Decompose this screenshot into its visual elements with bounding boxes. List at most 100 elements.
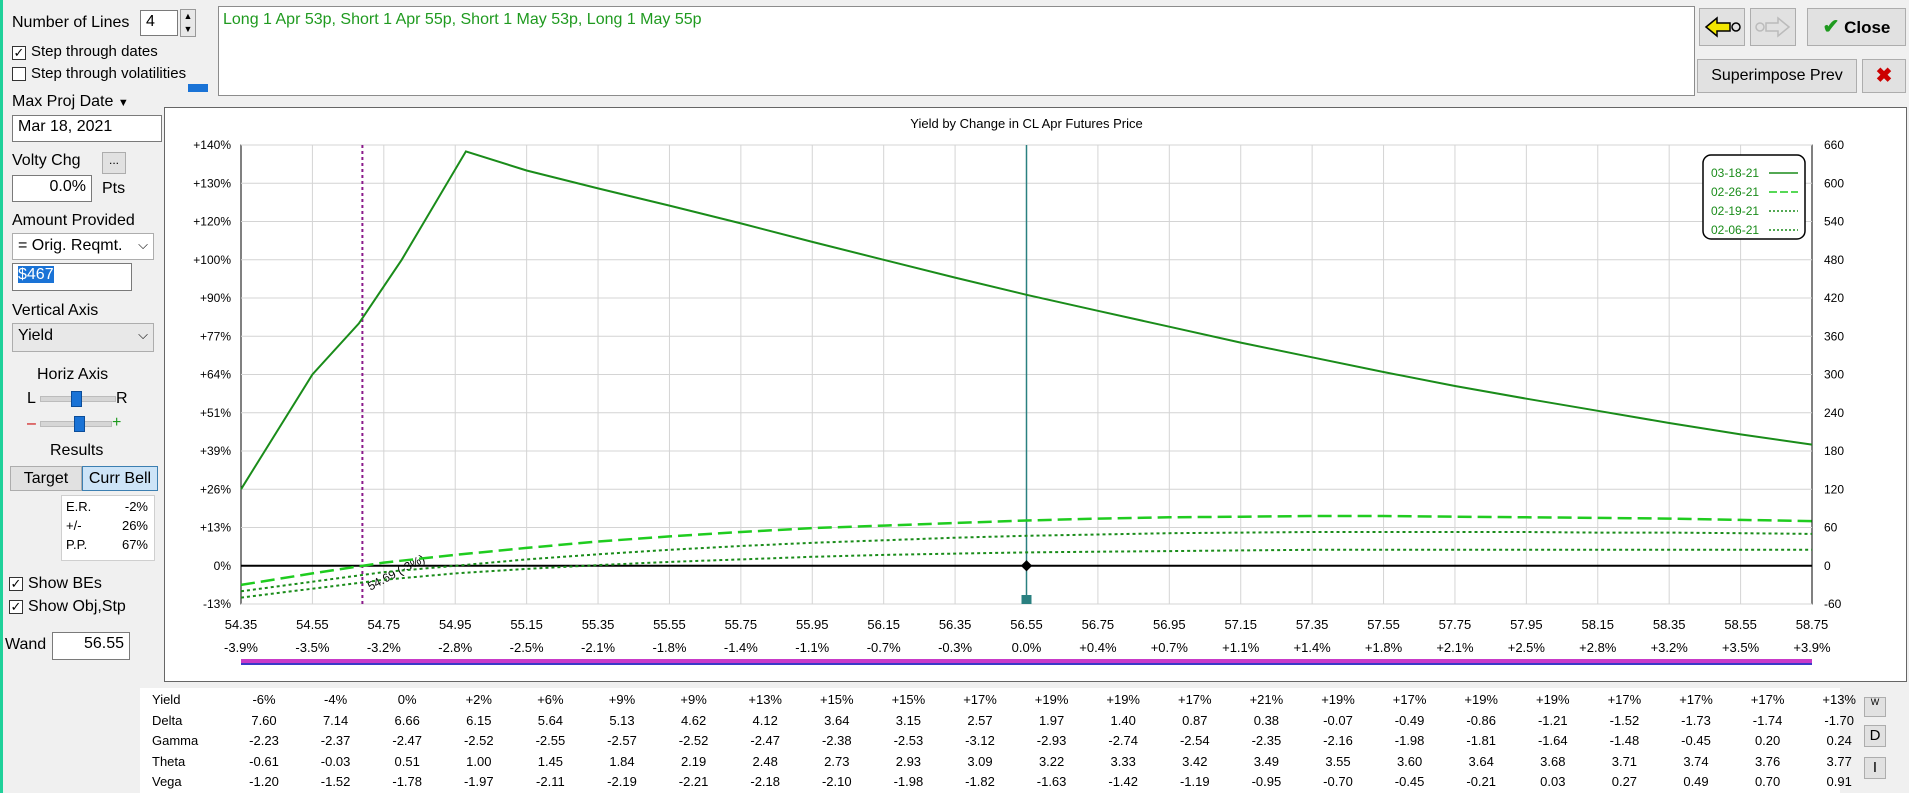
max-proj-date-label[interactable]: Max Proj Date ▼ xyxy=(12,93,129,111)
superimpose-prev-button[interactable]: Superimpose Prev xyxy=(1697,59,1857,93)
show-bes-checkbox[interactable]: ✓ xyxy=(9,577,23,591)
table-cell: -1.97 xyxy=(463,774,494,789)
table-cell: -2.37 xyxy=(320,733,351,748)
result-pp-value: 67% xyxy=(121,537,148,552)
yield-chart[interactable]: Yield by Change in CL Apr Futures Price 5… xyxy=(165,108,1906,681)
show-obj-checkbox[interactable]: ✓ xyxy=(9,600,23,614)
spin-up-icon[interactable]: ▲ xyxy=(184,11,193,21)
step-vols-label: Step through volatilities xyxy=(31,65,187,82)
table-cell: 2.93 xyxy=(895,753,922,769)
table-cell: +15% xyxy=(891,692,926,707)
x-pct-tick-label: -3.5% xyxy=(295,640,329,655)
x-tick-label: 54.55 xyxy=(296,617,329,632)
x-pct-tick-label: -3.2% xyxy=(367,640,401,655)
table-cell: 4.62 xyxy=(680,712,707,728)
x-pct-tick-label: +0.7% xyxy=(1151,640,1189,655)
table-row-label: Delta xyxy=(152,712,183,728)
number-of-lines-spinner[interactable]: ▲ ▼ xyxy=(180,9,196,37)
table-cell: -4% xyxy=(324,692,348,707)
table-cell: 2.57 xyxy=(967,712,993,728)
volty-chg-button[interactable]: ... xyxy=(102,152,126,174)
table-cell: 7.14 xyxy=(322,712,349,728)
show-obj-label: Show Obj,Stp xyxy=(28,598,126,615)
vertical-axis-select[interactable]: Yield ⌵ xyxy=(12,323,154,352)
back-button[interactable] xyxy=(1699,8,1745,46)
clear-button[interactable]: ✖ xyxy=(1862,59,1906,93)
table-cell: -0.07 xyxy=(1323,712,1353,728)
table-cell: -1.48 xyxy=(1609,733,1640,748)
spin-down-icon[interactable]: ▼ xyxy=(184,24,193,34)
table-cell: -0.95 xyxy=(1251,774,1282,789)
results-grid: E.R. -2% +/- 26% P.P. 67% xyxy=(61,495,155,561)
table-cell: 0.27 xyxy=(1611,774,1638,789)
table-cell: 3.68 xyxy=(1540,753,1566,769)
table-cell: 3.77 xyxy=(1826,753,1852,769)
legend-entry-label: 03-18-21 xyxy=(1711,166,1759,180)
amount-input[interactable]: $467 xyxy=(12,263,132,291)
y-left-tick-label: +140% xyxy=(193,138,231,152)
volty-chg-input[interactable]: 0.0% xyxy=(12,175,92,202)
table-cell: -0.49 xyxy=(1394,712,1425,728)
table-cell: 3.60 xyxy=(1396,753,1423,769)
forward-button[interactable] xyxy=(1750,8,1796,46)
table-cell: 1.45 xyxy=(537,753,564,769)
target-button[interactable]: Target xyxy=(10,466,82,491)
volty-unit-label: Pts xyxy=(102,180,126,197)
table-cell: 2.73 xyxy=(824,753,850,769)
horiz-l-label: L xyxy=(27,390,36,407)
table-cell: +13% xyxy=(748,692,782,707)
side-button-i[interactable]: I xyxy=(1864,757,1886,779)
x-pct-tick-label: -0.7% xyxy=(867,640,901,655)
side-button-w[interactable]: W xyxy=(1864,697,1886,717)
x-tick-label: 56.55 xyxy=(1010,617,1043,632)
table-cell: +17% xyxy=(1607,692,1642,707)
table-cell: 0% xyxy=(397,692,417,707)
x-tick-label: 55.95 xyxy=(796,617,829,632)
step-dates-checkbox[interactable]: ✓ xyxy=(12,46,26,60)
result-er-value: -2% xyxy=(124,499,148,514)
table-cell: +2% xyxy=(465,692,492,707)
wand-input[interactable]: 56.55 xyxy=(52,632,130,660)
horiz-axis-label: Horiz Axis xyxy=(37,366,109,383)
side-button-d[interactable]: D xyxy=(1864,725,1886,747)
strategy-scroll-handle[interactable] xyxy=(188,84,208,92)
table-cell: -2.35 xyxy=(1251,733,1282,748)
table-cell: +17% xyxy=(1750,692,1785,707)
y-left-tick-label: 0% xyxy=(214,559,232,573)
table-cell: -1.64 xyxy=(1537,733,1568,748)
table-cell: -2.21 xyxy=(678,774,709,789)
strategy-description[interactable]: Long 1 Apr 53p, Short 1 Apr 55p, Short 1… xyxy=(218,6,1695,96)
x-pct-tick-label: -3.9% xyxy=(224,640,258,655)
y-right-tick-label: 60 xyxy=(1824,521,1838,535)
close-button[interactable]: ✔ Close xyxy=(1807,8,1906,46)
x-tick-label: 57.55 xyxy=(1367,617,1400,632)
y-left-tick-label: +64% xyxy=(200,368,231,382)
x-tick-label: 55.35 xyxy=(582,617,615,632)
vertical-axis-label: Vertical Axis xyxy=(12,302,99,319)
table-cell: 0.03 xyxy=(1540,774,1566,789)
number-of-lines-input[interactable]: 4 xyxy=(140,10,178,36)
x-pct-tick-label: +3.2% xyxy=(1651,640,1689,655)
number-of-lines-label: Number of Lines xyxy=(12,14,130,31)
y-right-tick-label: 480 xyxy=(1824,253,1844,267)
table-cell: -1.78 xyxy=(392,774,422,789)
y-left-tick-label: +130% xyxy=(193,176,231,190)
arrow-right-icon xyxy=(1755,16,1791,38)
curr-bell-button[interactable]: Curr Bell xyxy=(82,466,158,491)
table-cell: 3.42 xyxy=(1182,753,1208,769)
x-pct-tick-label: -2.8% xyxy=(438,640,472,655)
table-cell: -1.81 xyxy=(1466,733,1496,748)
horiz-axis-slider-thumb[interactable] xyxy=(71,391,82,407)
table-cell: 3.09 xyxy=(967,753,993,769)
x-tick-label: 58.35 xyxy=(1653,617,1686,632)
max-proj-date-input[interactable]: Mar 18, 2021 xyxy=(12,115,162,142)
y-left-tick-label: +39% xyxy=(200,444,231,458)
table-cell: -1.42 xyxy=(1108,774,1138,789)
zoom-slider-thumb[interactable] xyxy=(74,416,85,432)
result-sd-value: 26% xyxy=(121,518,148,533)
x-pct-tick-label: +1.4% xyxy=(1294,640,1332,655)
step-vols-checkbox[interactable] xyxy=(12,67,26,81)
table-cell: -2.16 xyxy=(1323,733,1353,748)
y-right-tick-label: 240 xyxy=(1824,406,1844,420)
amount-provided-select[interactable]: = Orig. Reqmt. ⌵ xyxy=(12,233,154,260)
